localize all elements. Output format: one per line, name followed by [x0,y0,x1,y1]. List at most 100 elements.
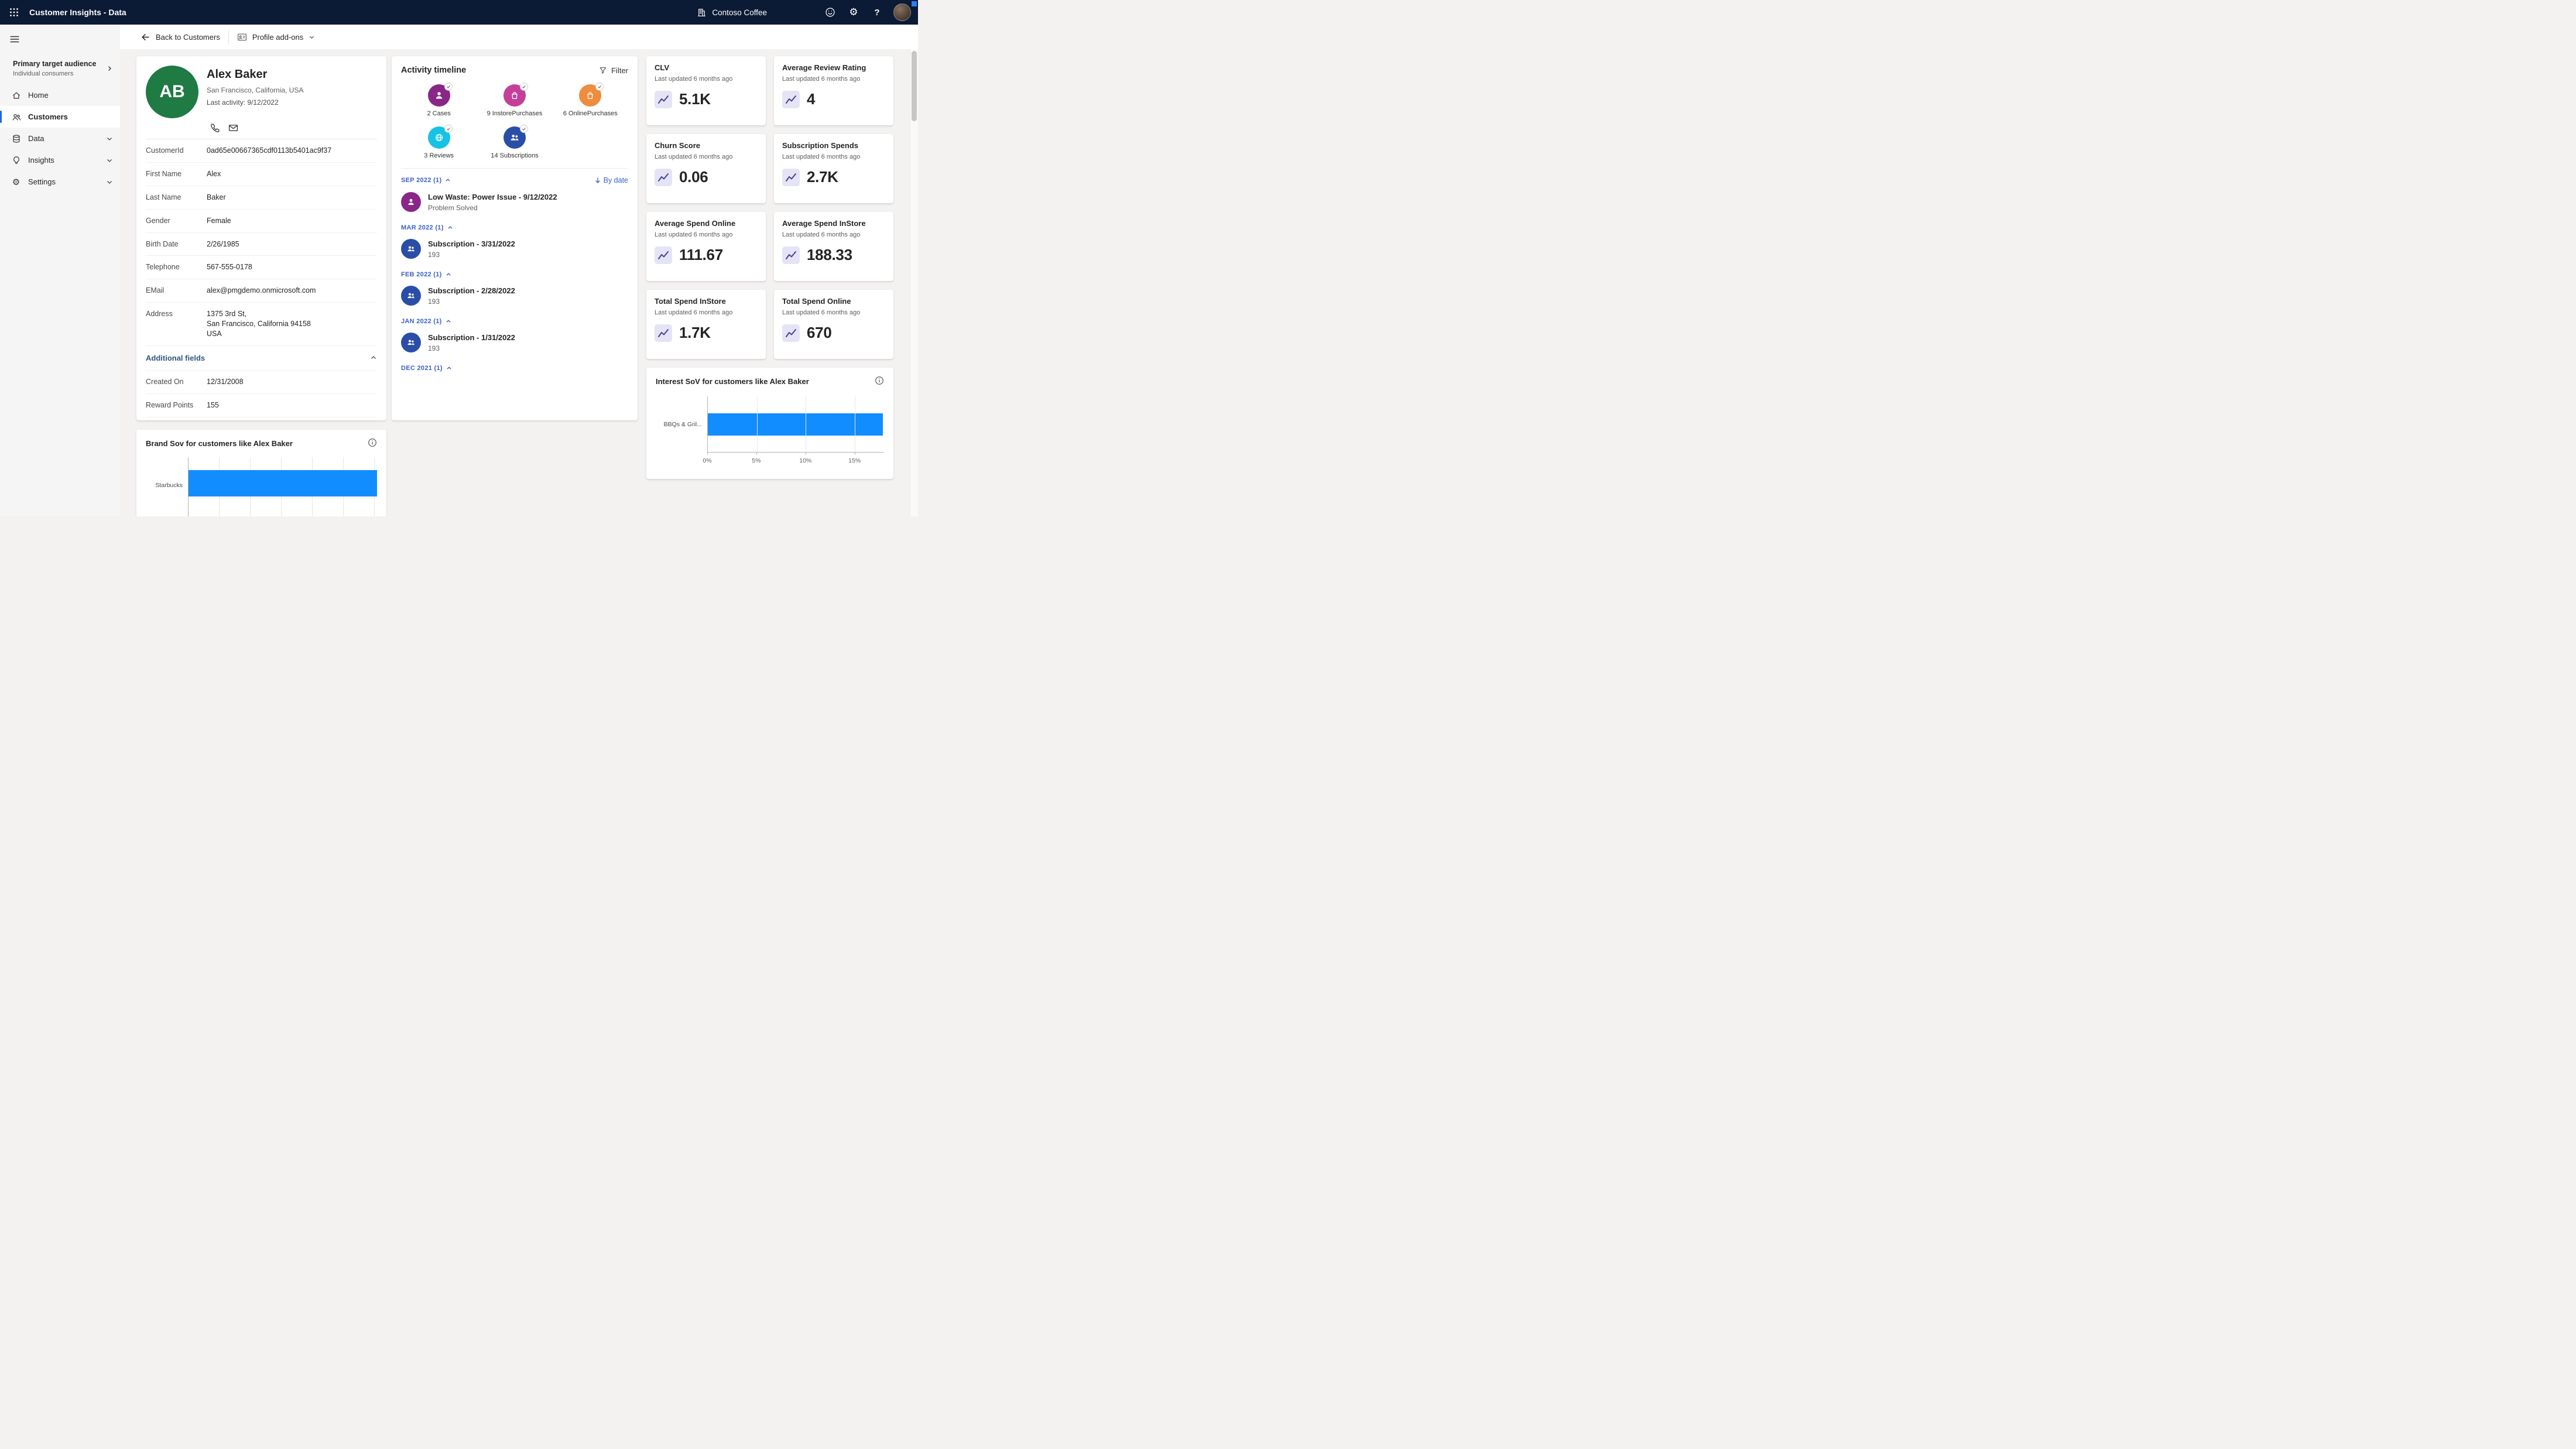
back-button-label: Back to Customers [156,33,220,42]
profile-field-row: Gender Female [146,210,377,233]
sidebar-item-home[interactable]: Home [0,84,120,106]
field-value: 0ad65e00667365cdf0113b5401ac9f37 [207,146,331,156]
field-label: Last Name [146,193,207,203]
filter-label: Filter [611,66,628,75]
timeline-item[interactable]: Subscription - 2/28/2022 193 [401,281,628,310]
gear-icon: ⚙ [11,177,21,187]
people-icon [11,112,21,122]
sort-label: By date [604,176,628,184]
customer-last-activity: Last activity: 9/12/2022 [207,98,303,107]
profile-addons-label: Profile add-ons [252,33,303,42]
email-link[interactable]: alex@pmgdemo.onmicrosoft.com [207,286,316,296]
chevron-up-icon [445,177,451,183]
scrollbar-thumb[interactable] [912,51,917,121]
activity-type-label: 14 Subscriptions [491,152,538,159]
timeline-group-dec-2021[interactable]: DEC 2021 (1) [401,365,452,372]
waffle-icon [9,8,19,17]
activity-type-subscriptions[interactable]: 14 Subscriptions [477,126,552,159]
timeline-item[interactable]: Low Waste: Power Issue - 9/12/2022 Probl… [401,187,628,217]
kpi-title: Average Spend Online [655,219,758,228]
check-badge-icon [444,125,453,133]
sidebar-item-customers[interactable]: Customers [0,106,120,128]
waffle-menu-button[interactable] [0,0,28,25]
sidebar-item-data[interactable]: Data [0,128,120,149]
telephone-link[interactable]: 567-555-0178 [207,262,252,272]
line-chart-icon [655,246,672,264]
timeline-group-feb-2022[interactable]: FEB 2022 (1) [401,271,451,278]
profile-field-row: Telephone 567-555-0178 [146,256,377,279]
field-label: Address [146,309,207,339]
check-badge-icon [520,125,528,133]
audience-selector[interactable]: Primary target audience Individual consu… [0,60,120,84]
contact-card-icon [237,32,247,42]
line-chart-icon [782,91,800,108]
user-avatar[interactable] [893,4,911,21]
topbar: Customer Insights - Data Contoso Coffee … [0,0,918,25]
filter-button[interactable]: Filter [599,66,628,75]
help-button[interactable]: ? [866,2,888,23]
info-button[interactable] [368,438,377,449]
help-icon: ? [874,8,879,18]
chevron-up-icon [446,318,451,324]
activity-type-instore-purchases[interactable]: 9 InstorePurchases [477,84,552,117]
timeline-item[interactable]: Subscription - 1/31/2022 193 [401,328,628,357]
feedback-button[interactable] [820,2,841,23]
group-header-label: MAR 2022 (1) [401,224,444,231]
interest-sov-card: Interest SoV for customers like Alex Bak… [646,368,893,479]
kpi-title: Total Spend Online [782,297,885,306]
brand-sov-card: Brand Sov for customers like Alex Baker … [136,430,386,516]
line-chart-icon [782,169,800,186]
hamburger-menu-button[interactable] [9,32,20,47]
chevron-down-icon [106,157,113,164]
activity-timeline-card: Activity timeline Filter 2 Case [392,56,638,420]
email-button[interactable] [228,123,238,133]
profile-addons-button[interactable]: Profile add-ons [237,32,315,42]
timeline-item-title: Subscription - 1/31/2022 [428,333,515,342]
activity-type-label: 6 OnlinePurchases [563,110,618,117]
kpi-value: 4 [807,90,815,108]
timeline-title: Activity timeline [401,66,466,75]
call-button[interactable] [210,123,220,133]
activity-type-cases[interactable]: 2 Cases [401,84,477,117]
kpi-value: 188.33 [807,246,852,264]
kpi-updated: Last updated 6 months ago [655,231,758,238]
environment-picker[interactable]: Contoso Coffee [697,8,767,18]
people-icon [401,333,421,352]
environment-name: Contoso Coffee [712,8,767,17]
kpi-card-clv: CLV Last updated 6 months ago 5.1K [646,56,766,125]
brand-sov-bar[interactable] [189,470,377,496]
info-button[interactable] [875,376,884,387]
profile-field-row: Last Name Baker [146,186,377,210]
timeline-item-subtitle: Problem Solved [428,204,557,212]
sidebar-item-settings[interactable]: ⚙ Settings [0,171,120,193]
kpi-updated: Last updated 6 months ago [655,153,758,160]
kpi-value: 2.7K [807,168,838,186]
people-icon [503,126,526,149]
field-label: Created On [146,377,207,387]
field-label: First Name [146,169,207,179]
kpi-grid: CLV Last updated 6 months ago 5.1K Avera… [646,56,893,359]
kpi-card-total-spend-online: Total Spend Online Last updated 6 months… [774,290,893,359]
timeline-group-sep-2022[interactable]: SEP 2022 (1) [401,177,451,184]
settings-gear-button[interactable]: ⚙ [843,2,864,23]
sidebar-item-insights[interactable]: Insights [0,149,120,171]
interest-sov-plot [707,396,884,453]
shopping-bag-icon [579,84,601,107]
people-icon [401,239,421,259]
kpi-title: Total Spend InStore [655,297,758,306]
additional-fields-toggle[interactable]: Additional fields [146,346,377,371]
sort-by-date-button[interactable]: By date [594,176,628,184]
back-button[interactable]: Back to Customers [141,32,220,42]
interest-sov-bar[interactable] [708,413,883,436]
page-content: AB Alex Baker San Francisco, California,… [120,49,918,516]
activity-type-reviews[interactable]: 3 Reviews [401,126,477,159]
kpi-value: 0.06 [679,168,708,186]
field-value: 12/31/2008 [207,377,244,387]
activity-type-online-purchases[interactable]: 6 OnlinePurchases [553,84,628,117]
timeline-item[interactable]: Subscription - 3/31/2022 193 [401,234,628,263]
timeline-group-mar-2022[interactable]: MAR 2022 (1) [401,224,453,231]
address-link[interactable]: 1375 3rd St, San Francisco, California 9… [207,309,311,339]
timeline-group-jan-2022[interactable]: JAN 2022 (1) [401,318,451,325]
kpi-title: CLV [655,63,758,72]
kpi-updated: Last updated 6 months ago [655,309,758,316]
